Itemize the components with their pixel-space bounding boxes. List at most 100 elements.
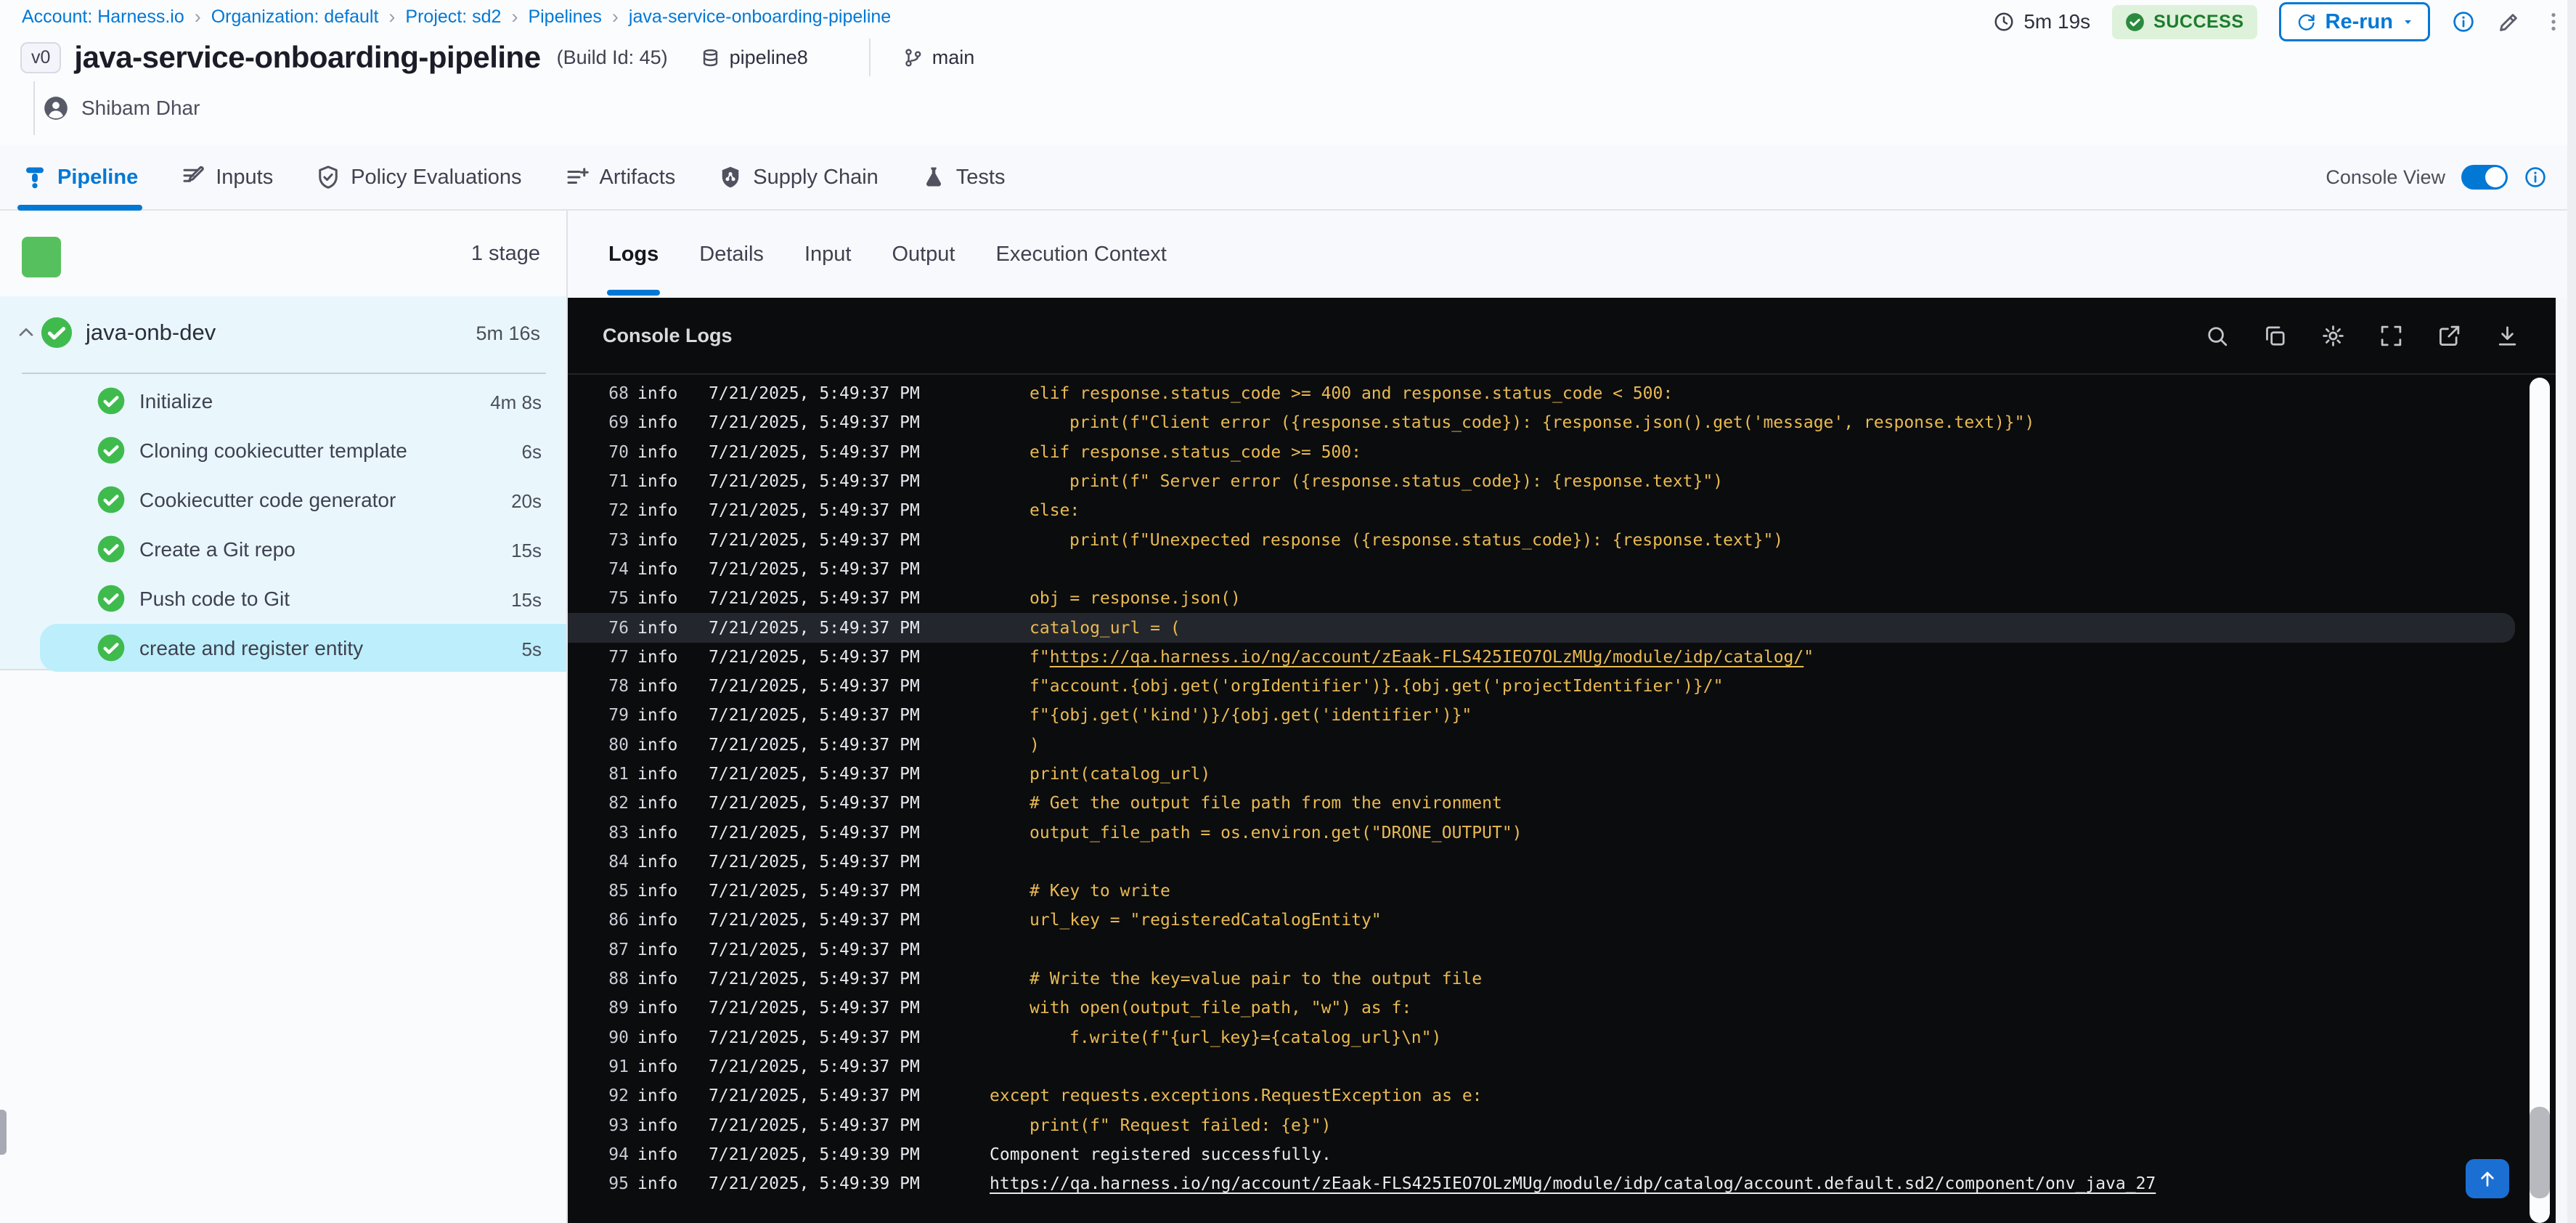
console-view-label: Console View xyxy=(2326,166,2445,188)
step-label: create and register entity xyxy=(139,637,364,659)
console-view-control: Console View xyxy=(2326,145,2547,209)
tab-tests[interactable]: Tests xyxy=(921,145,1005,209)
console-view-toggle[interactable] xyxy=(2461,165,2508,190)
log-level: info xyxy=(637,647,678,667)
execution-info-icon[interactable] xyxy=(2452,10,2475,33)
log-level: info xyxy=(637,677,678,696)
log-line: 95 info 7/21/2025, 5:49:39 PM https://qa.ha… xyxy=(568,1169,2535,1198)
breadcrumb-link[interactable]: Account: Harness.io xyxy=(22,7,184,28)
open-new-icon[interactable] xyxy=(2437,324,2461,348)
breadcrumb-link[interactable]: Pipelines xyxy=(528,7,601,28)
log-message: elif response.status_code >= 400 and res… xyxy=(990,384,1673,403)
step-item-push-code-to-git[interactable]: Push code to Git 15s xyxy=(0,574,566,623)
log-timestamp: 7/21/2025, 5:49:37 PM xyxy=(709,852,920,871)
log-line-number: 80 xyxy=(608,735,629,755)
log-timestamp: 7/21/2025, 5:49:37 PM xyxy=(709,472,920,492)
log-text: f.write(f"{url_key}={catalog_url}\n") xyxy=(1069,1028,1442,1047)
log-line-number: 92 xyxy=(608,1086,629,1106)
window-scrollbar[interactable] xyxy=(2567,0,2576,1223)
header-actions: 5m 19s SUCCESS Re-run xyxy=(1993,1,2564,42)
log-line-number: 70 xyxy=(608,442,629,462)
log-timestamp: 7/21/2025, 5:49:37 PM xyxy=(709,735,920,755)
page-header: Account: Harness.io › Organization: defaul… xyxy=(0,0,2576,145)
user-avatar-icon xyxy=(42,94,70,122)
log-text: # Get the output file path from the envi… xyxy=(1030,794,1502,813)
console-scrollbar-thumb[interactable] xyxy=(2530,1107,2550,1198)
more-options-icon[interactable] xyxy=(2543,11,2564,33)
log-link[interactable]: https://qa.harness.io/ng/account/zEaak-F… xyxy=(1050,648,1804,667)
tab-pipeline[interactable]: Pipeline xyxy=(17,145,143,211)
log-line-number: 85 xyxy=(608,882,629,901)
sidebar-scrollbar-handle[interactable] xyxy=(0,1110,7,1155)
chevron-up-icon[interactable] xyxy=(15,321,38,344)
log-text: print(f" Request failed: {e}") xyxy=(1030,1116,1332,1135)
step-item-create-and-register-entity[interactable]: create and register entity 5s xyxy=(0,623,566,673)
log-line-number: 78 xyxy=(608,677,629,696)
log-line-number: 93 xyxy=(608,1116,629,1135)
log-line: 93 info 7/21/2025, 5:49:37 PM print(f" Requ… xyxy=(568,1110,2535,1139)
log-line-number: 79 xyxy=(608,706,629,726)
edit-pipeline-icon[interactable] xyxy=(2497,10,2521,34)
breadcrumb-link[interactable]: Project: sd2 xyxy=(405,7,501,28)
log-line-number: 69 xyxy=(608,413,629,433)
log-level: info xyxy=(637,970,678,989)
breadcrumb-link[interactable]: java-service-onboarding-pipeline xyxy=(629,7,891,28)
log-line-number: 83 xyxy=(608,823,629,842)
tab-supply-chain[interactable]: Supply Chain xyxy=(717,145,879,209)
console-view-info-icon[interactable] xyxy=(2524,166,2547,189)
build-id: (Build Id: 45) xyxy=(556,46,668,68)
log-text: obj = response.json() xyxy=(1030,589,1241,609)
breadcrumb-separator-icon: › xyxy=(388,6,396,28)
stage-row-java-onb-dev[interactable]: java-onb-dev 5m 16s xyxy=(0,296,566,369)
pipeline-tag[interactable]: pipeline8 xyxy=(700,46,808,69)
step-success-icon xyxy=(97,386,126,415)
copy-icon[interactable] xyxy=(2263,324,2287,348)
log-level: info xyxy=(637,882,678,901)
step-item-cloning-cookiecutter-template[interactable]: Cloning cookiecutter template 6s xyxy=(0,426,566,475)
main-tabs: Pipeline Inputs Policy Evaluations Artifact… xyxy=(17,145,1005,211)
step-item-cookiecutter-code-generator[interactable]: Cookiecutter code generator 20s xyxy=(0,475,566,524)
log-link[interactable]: https://qa.harness.io/ng/account/zEaak-F… xyxy=(990,1174,2156,1193)
log-level: info xyxy=(637,618,678,638)
tab-artifacts[interactable]: Artifacts xyxy=(564,145,675,209)
step-item-create-a-git-repo[interactable]: Create a Git repo 15s xyxy=(0,524,566,574)
search-icon[interactable] xyxy=(2205,324,2229,348)
log-line: 76 info 7/21/2025, 5:49:37 PM catalog_url =… xyxy=(568,613,2535,643)
log-level: info xyxy=(637,1086,678,1106)
shield-nodes-icon xyxy=(717,164,743,190)
step-duration: 6s xyxy=(521,441,542,463)
step-duration: 5s xyxy=(521,638,542,660)
step-item-initialize[interactable]: Initialize 4m 8s xyxy=(0,376,566,426)
log-line: 83 info 7/21/2025, 5:49:37 PM output_file_p… xyxy=(568,818,2535,847)
fullscreen-icon[interactable] xyxy=(2379,324,2403,348)
log-text: print(catalog_url) xyxy=(1030,765,1211,784)
log-tab-output[interactable]: Output xyxy=(892,211,955,297)
console-scrollbar-track[interactable] xyxy=(2530,378,2550,1223)
scroll-to-top-button[interactable] xyxy=(2466,1159,2509,1198)
log-tab-logs[interactable]: Logs xyxy=(606,211,661,297)
download-icon[interactable] xyxy=(2495,324,2519,348)
branch[interactable]: main xyxy=(902,46,974,69)
log-tab-details[interactable]: Details xyxy=(699,211,764,297)
pipeline-duration: 5m 19s xyxy=(1993,10,2090,33)
log-text: except requests.exceptions.RequestExcept… xyxy=(990,1086,1483,1106)
log-line-number: 90 xyxy=(608,1028,629,1047)
step-success-icon xyxy=(97,485,126,514)
log-line: 81 info 7/21/2025, 5:49:37 PM print(catalog… xyxy=(568,760,2535,789)
breadcrumb-link[interactable]: Organization: default xyxy=(211,7,379,28)
log-timestamp: 7/21/2025, 5:49:37 PM xyxy=(709,384,920,404)
tab-policy-evaluations[interactable]: Policy Evaluations xyxy=(315,145,522,209)
log-level: info xyxy=(637,1145,678,1164)
log-tab-execution-context[interactable]: Execution Context xyxy=(996,211,1167,297)
console-logs-title: Console Logs xyxy=(603,324,733,346)
rerun-button[interactable]: Re-run xyxy=(2278,2,2430,41)
log-line: 84 info 7/21/2025, 5:49:37 PM xyxy=(568,848,2535,877)
log-line-number: 73 xyxy=(608,530,629,550)
log-tab-input[interactable]: Input xyxy=(804,211,852,297)
gear-icon[interactable] xyxy=(2321,324,2345,348)
step-label: Push code to Git xyxy=(139,588,290,610)
tab-inputs[interactable]: Inputs xyxy=(180,145,273,209)
log-message: print(f" Request failed: {e}") xyxy=(990,1116,1331,1135)
tab-label: Supply Chain xyxy=(753,165,879,189)
log-line: 86 info 7/21/2025, 5:49:37 PM url_key = "re… xyxy=(568,906,2535,935)
